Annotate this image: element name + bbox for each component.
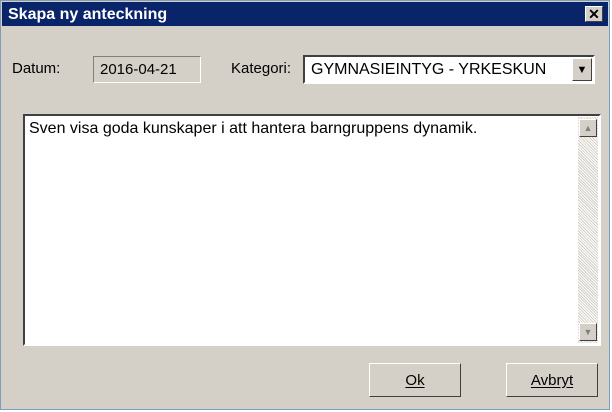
cancel-button-label: Avbryt — [530, 371, 574, 389]
dialog-window: Skapa ny anteckning ✕ Datum: 2016-04-21 … — [0, 0, 610, 410]
date-label: Datum: — [12, 60, 61, 77]
close-button[interactable]: ✕ — [585, 6, 603, 22]
category-dropdown-button[interactable]: ▼ — [572, 58, 592, 81]
category-selected-value: GYMNASIEINTYG - YRKESKUN — [311, 61, 547, 78]
ok-button[interactable]: Ok — [369, 363, 461, 397]
window-title: Skapa ny anteckning — [8, 6, 168, 23]
title-bar[interactable]: Skapa ny anteckning ✕ — [2, 2, 608, 26]
chevron-down-icon: ▼ — [576, 63, 588, 76]
category-select[interactable]: GYMNASIEINTYG - YRKESKUN ▼ — [303, 55, 595, 84]
cancel-button[interactable]: Avbryt — [506, 363, 598, 397]
note-text: Sven visa goda kunskaper i att hantera b… — [29, 120, 478, 137]
note-textarea[interactable]: Sven visa goda kunskaper i att hantera b… — [23, 114, 601, 346]
vertical-scrollbar[interactable]: ▲ ▼ — [578, 117, 598, 343]
scroll-down-button[interactable]: ▼ — [579, 323, 597, 341]
arrow-down-icon: ▼ — [583, 327, 593, 337]
close-icon: ✕ — [588, 6, 600, 22]
arrow-up-icon: ▲ — [583, 123, 593, 133]
date-field[interactable]: 2016-04-21 — [93, 56, 201, 83]
ok-button-label: Ok — [405, 371, 425, 389]
scroll-up-button[interactable]: ▲ — [579, 119, 597, 137]
category-label: Kategori: — [231, 60, 292, 77]
